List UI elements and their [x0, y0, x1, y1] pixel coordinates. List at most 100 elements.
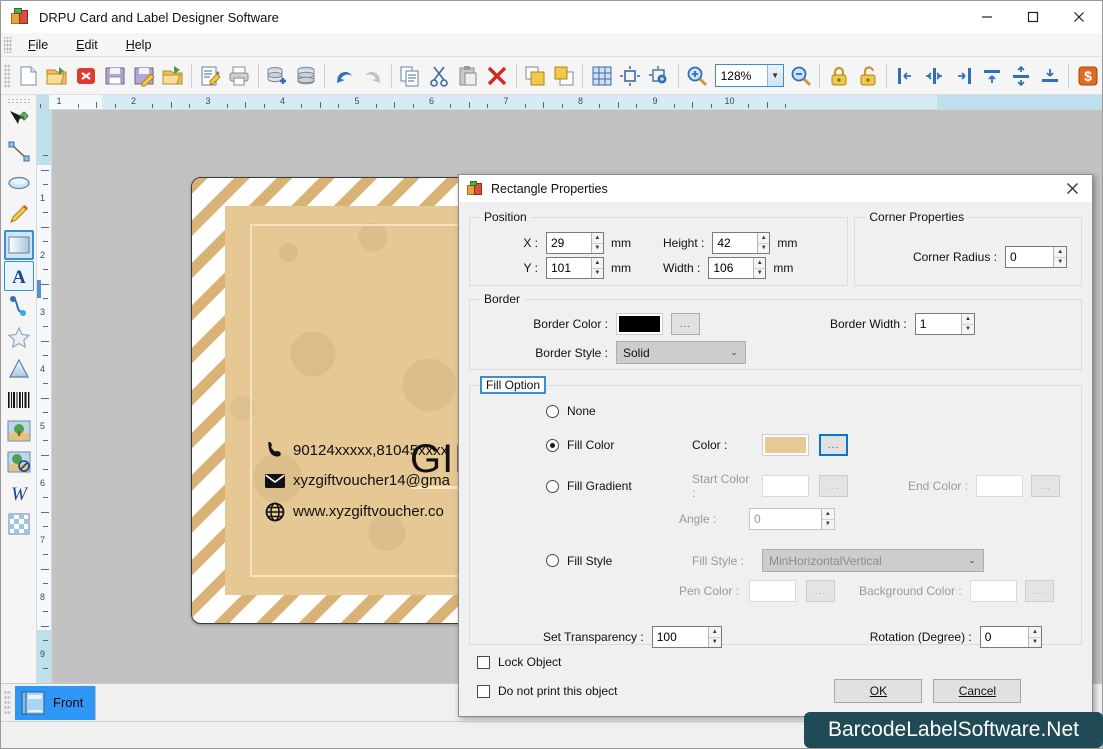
y-input[interactable]: [547, 258, 591, 278]
width-spin[interactable]: ▲ ▼: [753, 258, 766, 278]
pencil-tool[interactable]: [4, 199, 34, 229]
watermark-image-tool[interactable]: [4, 447, 34, 477]
align-vertical-center-button[interactable]: [1008, 62, 1035, 90]
transparency-spin[interactable]: ▲ ▼: [707, 627, 721, 647]
card-phone-text[interactable]: 90124xxxxx,81045xxxx: [293, 442, 448, 459]
minimize-button[interactable]: [964, 1, 1010, 33]
zoom-combo[interactable]: 128% ▼: [714, 64, 784, 87]
align-right-button[interactable]: [950, 62, 977, 90]
curve-tool[interactable]: [4, 292, 34, 322]
align-left-button[interactable]: [892, 62, 919, 90]
dialog-close-button[interactable]: [1052, 175, 1092, 202]
paste-button[interactable]: [455, 62, 482, 90]
chevron-down-icon[interactable]: ⌄: [723, 347, 745, 358]
ellipse-tool[interactable]: [4, 168, 34, 198]
width-input[interactable]: [709, 258, 754, 278]
close-document-button[interactable]: [72, 62, 99, 90]
height-input[interactable]: [713, 233, 758, 253]
line-tool[interactable]: [4, 137, 34, 167]
unlock-button[interactable]: [854, 62, 881, 90]
cancel-button[interactable]: Cancel: [933, 679, 1022, 703]
chevron-down-icon[interactable]: ▼: [766, 65, 783, 86]
currency-button[interactable]: $: [1074, 62, 1101, 90]
card-website-text[interactable]: www.xyzgiftvoucher.co: [293, 503, 444, 520]
zoom-out-button[interactable]: [788, 62, 815, 90]
fill-none-radio[interactable]: [546, 404, 559, 418]
image-tool[interactable]: [4, 416, 34, 446]
tab-front[interactable]: Front: [15, 685, 97, 720]
align-bottom-button[interactable]: [1036, 62, 1063, 90]
fill-color-browse-button[interactable]: ...: [819, 434, 848, 456]
align-center-button[interactable]: [617, 62, 644, 90]
rectangle-tool[interactable]: [4, 230, 34, 260]
menu-file[interactable]: File: [14, 35, 62, 55]
fill-option-legend[interactable]: Fill Option: [480, 376, 547, 394]
border-color-browse-button[interactable]: ...: [671, 313, 700, 335]
height-stepper[interactable]: ▲▼: [712, 232, 771, 254]
database-button[interactable]: [292, 62, 319, 90]
do-not-print-checkbox[interactable]: [477, 684, 490, 698]
palette-grip[interactable]: [6, 98, 31, 104]
text-tool[interactable]: A: [4, 261, 34, 291]
border-width-input[interactable]: [915, 314, 962, 334]
rotation-input[interactable]: [980, 627, 1029, 647]
save-button[interactable]: [101, 62, 128, 90]
triangle-tool[interactable]: [4, 354, 34, 384]
card-email-text[interactable]: xyzgiftvoucher14@gma: [293, 472, 450, 489]
border-color-swatch[interactable]: [616, 313, 663, 335]
open-recent-button[interactable]: [159, 62, 186, 90]
lock-object-checkbox[interactable]: [477, 655, 490, 669]
bring-to-front-button[interactable]: [521, 62, 548, 90]
corner-radius-spin[interactable]: ▲ ▼: [1053, 247, 1066, 267]
x-stepper[interactable]: ▲▼: [546, 232, 604, 254]
border-style-select[interactable]: Solid ⌄: [616, 341, 746, 364]
border-width-spin[interactable]: ▲ ▼: [961, 314, 974, 334]
lock-button[interactable]: [825, 62, 852, 90]
align-horizontal-center-button[interactable]: [921, 62, 948, 90]
send-to-back-button[interactable]: [550, 62, 577, 90]
maximize-button[interactable]: [1010, 1, 1056, 33]
x-spin[interactable]: ▲ ▼: [590, 233, 603, 253]
menu-help[interactable]: Help: [112, 35, 166, 55]
horizontal-ruler[interactable]: 1 2 3 4 5 6 7 8 9 10: [37, 95, 1102, 110]
undo-button[interactable]: [330, 62, 357, 90]
cut-button[interactable]: [426, 62, 453, 90]
barcode-tool[interactable]: [4, 385, 34, 415]
menu-grip[interactable]: [4, 36, 12, 53]
y-spin[interactable]: ▲ ▼: [590, 258, 603, 278]
align-top-button[interactable]: [979, 62, 1006, 90]
border-width-stepper[interactable]: ▲▼: [914, 313, 975, 335]
star-tool[interactable]: [4, 323, 34, 353]
edit-document-button[interactable]: [197, 62, 224, 90]
pattern-tool[interactable]: [4, 509, 34, 539]
delete-button[interactable]: [484, 62, 511, 90]
fill-style-radio[interactable]: [546, 554, 559, 567]
copy-button[interactable]: [397, 62, 424, 90]
zoom-in-button[interactable]: [684, 62, 711, 90]
x-input[interactable]: [547, 233, 591, 253]
rotation-stepper[interactable]: ▲▼: [979, 626, 1042, 648]
redo-button[interactable]: [359, 62, 386, 90]
select-tool[interactable]: [4, 106, 34, 136]
vertical-ruler[interactable]: 1 2 3 4 5 6 7 8 9: [37, 110, 52, 683]
rotation-spin[interactable]: ▲ ▼: [1028, 627, 1041, 647]
width-stepper[interactable]: ▲▼: [708, 257, 767, 279]
new-document-button[interactable]: [15, 62, 42, 90]
fill-color-radio[interactable]: [546, 438, 559, 452]
settings-align-button[interactable]: [646, 62, 673, 90]
add-database-button[interactable]: [264, 62, 291, 90]
toolbar-grip[interactable]: [4, 63, 11, 88]
corner-radius-stepper[interactable]: ▲▼: [1005, 246, 1067, 268]
close-button[interactable]: [1056, 1, 1102, 33]
word-art-tool[interactable]: W: [4, 478, 34, 508]
tabbar-grip[interactable]: [4, 689, 11, 716]
corner-radius-input[interactable]: [1006, 247, 1054, 267]
fill-gradient-radio[interactable]: [546, 479, 559, 493]
save-as-button[interactable]: [130, 62, 157, 90]
fill-color-swatch[interactable]: [762, 434, 809, 456]
transparency-input[interactable]: [652, 627, 708, 647]
menu-edit[interactable]: Edit: [62, 35, 112, 55]
print-button[interactable]: [226, 62, 253, 90]
height-spin[interactable]: ▲ ▼: [757, 233, 770, 253]
ok-button[interactable]: OK: [834, 679, 923, 703]
